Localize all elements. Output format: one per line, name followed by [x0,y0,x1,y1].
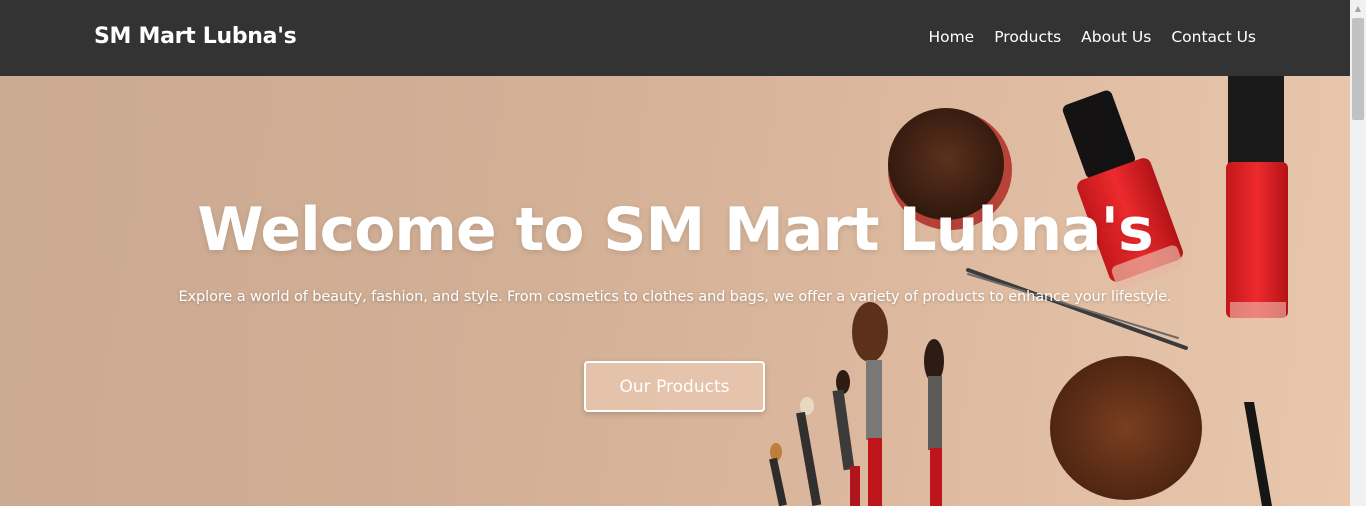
page-scrollbar[interactable]: ▲ [1350,0,1366,506]
navbar: SM Mart Lubna's Home Products About Us C… [0,0,1350,76]
nav-link-products[interactable]: Products [994,28,1061,46]
scrollbar-thumb[interactable] [1352,18,1364,120]
hero-section: Welcome to SM Mart Lubna's Explore a wor… [0,76,1350,506]
nav-link-contact-us[interactable]: Contact Us [1171,28,1256,46]
nav-links: Home Products About Us Contact Us [928,28,1256,46]
nav-link-home[interactable]: Home [928,28,974,46]
hero-subtitle: Explore a world of beauty, fashion, and … [178,289,1172,305]
nav-link-about-us[interactable]: About Us [1081,28,1151,46]
our-products-button[interactable]: Our Products [584,361,765,412]
hero-title: Welcome to SM Mart Lubna's [197,195,1153,265]
scroll-up-icon[interactable]: ▲ [1350,0,1366,16]
brand-logo-link[interactable]: SM Mart Lubna's [94,24,297,49]
